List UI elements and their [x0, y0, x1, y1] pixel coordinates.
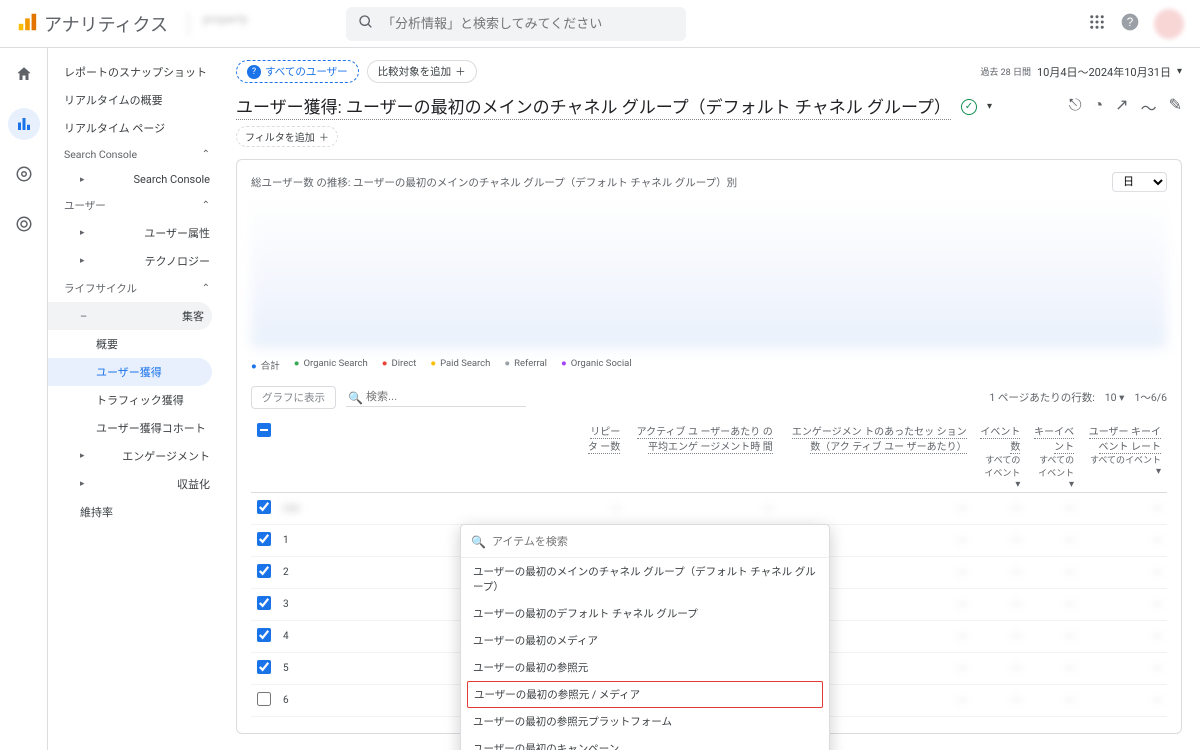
search-icon: 🔍 [471, 535, 486, 549]
dimension-option[interactable]: ユーザーの最初の参照元プラットフォーム [461, 708, 829, 735]
nav-search-console-section[interactable]: Search Console⌃ [48, 142, 218, 167]
table-row: row------------------ [251, 493, 1167, 525]
edit-icon[interactable]: ✎ [1169, 95, 1182, 119]
status-check-icon: ✓ [961, 99, 977, 115]
chart-legend: 合計Organic SearchDirectPaid SearchReferra… [251, 358, 1167, 372]
nav-retention[interactable]: 維持率 [48, 498, 218, 526]
nav-rail [0, 48, 48, 750]
svg-text:?: ? [1127, 16, 1134, 29]
add-comparison-button[interactable]: 比較対象を追加＋ [367, 60, 477, 83]
add-filter-button[interactable]: フィルタを追加＋ [236, 126, 338, 147]
global-search-input[interactable] [382, 16, 674, 31]
dimension-option[interactable]: ユーザーの最初のキャンペーン [461, 735, 829, 750]
nav-engagement[interactable]: エンゲージメント [48, 442, 218, 470]
nav-lifecycle-section[interactable]: ライフサイクル⌃ [48, 275, 218, 302]
nav-acq-overview[interactable]: 概要 [48, 330, 218, 358]
analytics-logo-icon [16, 11, 38, 36]
logo: アナリティクス [16, 11, 168, 37]
table-search-input[interactable] [346, 388, 526, 407]
nav-user-attributes[interactable]: ユーザー属性 [48, 219, 218, 247]
account-avatar[interactable] [1154, 9, 1184, 39]
customize-icon[interactable]: ⎋ [1069, 95, 1082, 119]
trend-chart [251, 198, 1167, 348]
select-all-checkbox[interactable] [257, 423, 271, 437]
dimension-option[interactable]: ユーザーの最初の参照元 [461, 654, 829, 681]
top-bar: アナリティクス property ? [0, 0, 1200, 48]
insights-icon[interactable]: ◔ [1094, 95, 1104, 119]
compare-icon[interactable]: 〜 [1141, 95, 1157, 119]
dimension-option[interactable]: ユーザーの最初の参照元 / メディア [467, 681, 823, 708]
dimension-option[interactable]: ユーザーの最初のメディア [461, 627, 829, 654]
nav-technology[interactable]: テクノロジー [48, 247, 218, 275]
nav-snapshot[interactable]: レポートのスナップショット [48, 58, 218, 86]
nav-monetization[interactable]: 収益化 [48, 470, 218, 498]
nav-cohort[interactable]: ユーザー獲得コホート [48, 414, 218, 442]
nav-acquisition[interactable]: 集客 [48, 302, 212, 330]
nav-realtime-pages[interactable]: リアルタイム ページ [48, 114, 218, 142]
table-pager: 1 ページあたりの行数: 10 ▾ 1～6/6 [989, 390, 1167, 405]
plot-rows-button[interactable]: グラフに表示 [251, 386, 336, 409]
share-icon[interactable]: ↗ [1115, 95, 1128, 119]
nav-traffic-acquisition[interactable]: トラフィック獲得 [48, 386, 218, 414]
dimension-option[interactable]: ユーザーの最初のメインのチャネル グループ（デフォルト チャネル グループ） [461, 558, 829, 600]
dimension-option[interactable]: ユーザーの最初のデフォルト チャネル グループ [461, 600, 829, 627]
dimension-dropdown: 🔍 ユーザーの最初のメインのチャネル グループ（デフォルト チャネル グループ）… [460, 524, 830, 750]
apps-icon[interactable] [1088, 13, 1106, 34]
app-title: アナリティクス [44, 11, 168, 37]
rail-ads-icon[interactable] [8, 208, 40, 240]
segment-all-users[interactable]: ?すべてのユーザー [236, 60, 359, 83]
search-icon [358, 14, 374, 33]
rows-per-page-select[interactable]: 10 ▾ [1105, 391, 1125, 404]
chevron-down-icon: ▾ [1177, 66, 1182, 77]
global-search[interactable] [346, 7, 686, 41]
dimension-search-input[interactable] [492, 536, 819, 548]
nav-user-section[interactable]: ユーザー⌃ [48, 192, 218, 219]
chart-title: 総ユーザー数 の推移: ユーザーの最初のメインのチャネル グループ（デフォルト … [251, 175, 737, 190]
date-range-picker[interactable]: 過去 28 日間 10月4日～2024年10月31日 ▾ [980, 64, 1182, 80]
property-name[interactable]: property [188, 12, 328, 36]
rail-explore-icon[interactable] [8, 158, 40, 190]
nav-user-acquisition[interactable]: ユーザー獲得 [48, 358, 212, 386]
report-actions: ⎋ ◔ ↗ 〜 ✎ [1069, 95, 1182, 119]
rail-reports-icon[interactable] [8, 108, 40, 140]
nav-realtime-overview[interactable]: リアルタイムの概要 [48, 86, 218, 114]
nav-search-console[interactable]: Search Console [48, 167, 218, 192]
granularity-select[interactable]: 日 [1112, 172, 1167, 192]
rail-home-icon[interactable] [8, 58, 40, 90]
page-title: ユーザー獲得: ユーザーの最初のメインのチャネル グループ（デフォルト チャネル… [236, 93, 951, 120]
content-area: ?すべてのユーザー 比較対象を追加＋ 過去 28 日間 10月4日～2024年1… [218, 48, 1200, 750]
help-icon[interactable]: ? [1120, 12, 1140, 35]
side-nav: レポートのスナップショット リアルタイムの概要 リアルタイム ページ Searc… [48, 48, 218, 750]
search-icon: 🔍 [348, 391, 363, 405]
